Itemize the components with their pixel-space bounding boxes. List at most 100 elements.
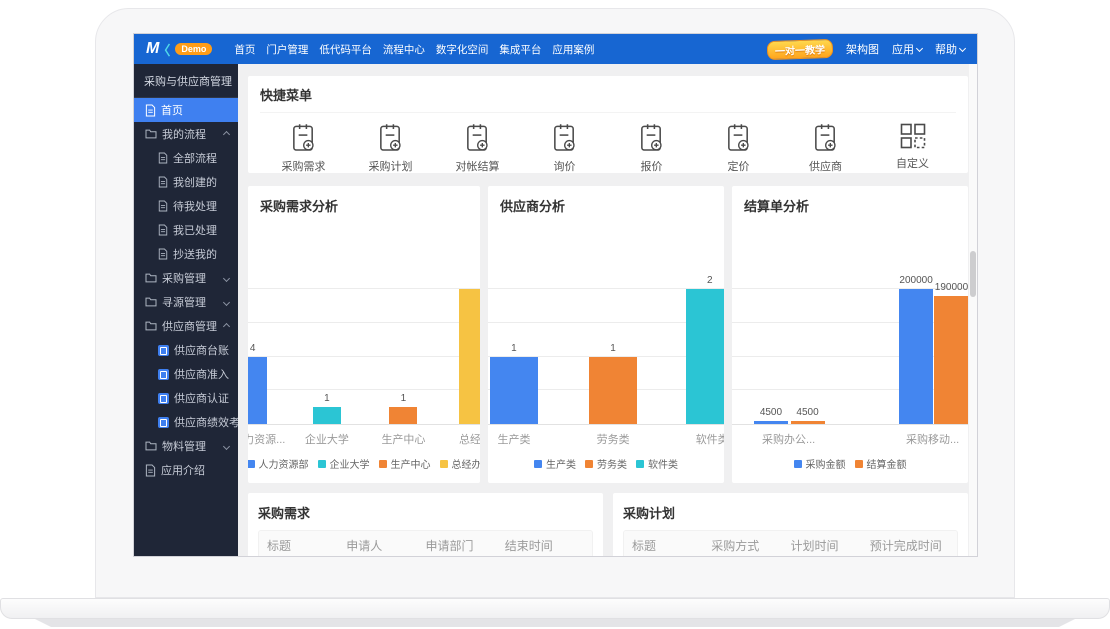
sidebar-item-label: 寻源管理: [162, 294, 206, 310]
chart-legend: 生产类 劳务类 软件类: [488, 456, 724, 471]
sidebar-item-label: 供应商管理: [162, 318, 217, 334]
legend-item-生产类[interactable]: 生产类: [534, 456, 576, 471]
sidebar-item-home[interactable]: 首页: [134, 98, 238, 122]
nav-item-flow-center[interactable]: 流程中心: [383, 42, 425, 57]
nav-dropdown-apps[interactable]: 应用: [892, 41, 922, 57]
nav-item-lowcode[interactable]: 低代码平台: [319, 42, 372, 57]
legend-swatch: [794, 460, 802, 468]
scrollbar-track[interactable]: [969, 64, 977, 556]
bar-value-label: 4500: [760, 407, 782, 418]
nav-item-architecture[interactable]: 架构图: [846, 41, 879, 57]
doc-icon: [158, 200, 168, 212]
doc-icon: [158, 152, 168, 164]
charts-row: 采购需求分析 411 力资源...企业大学生产中心总经.. 人力资源部企业大学生…: [248, 186, 968, 483]
sidebar-app-title: 采购与供应商管理: [134, 64, 238, 98]
sidebar-item-supplier-certification[interactable]: 供应商认证: [134, 386, 238, 410]
doc-icon: [158, 248, 168, 260]
nav-dropdown-help[interactable]: 帮助: [935, 41, 965, 57]
one-on-one-teaching-badge[interactable]: 一对一教学: [767, 38, 834, 59]
clipboard-plus-icon: [290, 122, 317, 153]
demo-badge: Demo: [175, 43, 212, 55]
bar-生产类: [490, 357, 538, 425]
legend-swatch: [585, 460, 593, 468]
doc-icon: [158, 224, 168, 236]
doc-icon: [145, 104, 156, 117]
chevron-down-icon: [959, 45, 966, 52]
sidebar-item-supplier-performance[interactable]: 供应商绩效考核: [134, 410, 238, 434]
sidebar-item-created-by-me[interactable]: 我创建的: [134, 170, 238, 194]
folder-icon: [145, 321, 157, 331]
sidebar-item-pending-for-me[interactable]: 待我处理: [134, 194, 238, 218]
bar-value-label: 1: [401, 393, 407, 404]
sidebar-item-label: 物料管理: [162, 438, 206, 454]
legend-item-采购金额[interactable]: 采购金额: [794, 456, 846, 471]
sidebar-item-supplier-mgmt[interactable]: 供应商管理: [134, 314, 238, 338]
chevron-up-icon: [224, 132, 229, 137]
legend-label: 劳务类: [597, 456, 627, 471]
legend-swatch: [534, 460, 542, 468]
sidebar-item-supplier-access[interactable]: 供应商准入: [134, 362, 238, 386]
legend-item-生产中心[interactable]: 生产中心: [379, 456, 431, 471]
nav-item-integration[interactable]: 集成平台: [499, 42, 541, 57]
sidebar-item-cc-to-me[interactable]: 抄送我的: [134, 242, 238, 266]
bar-结算金额-采购移动: [934, 296, 968, 424]
quick-item-custom[interactable]: 自定义: [869, 122, 956, 173]
column-header: 申请人: [346, 537, 425, 554]
quick-item-label: 采购需求: [282, 158, 326, 173]
column-header: 标题: [267, 537, 346, 554]
nav-right: 一对一教学 架构图 应用 帮助: [767, 40, 965, 59]
nav-item-home[interactable]: 首页: [234, 42, 255, 57]
table-header-row: 标题 申请人 申请部门 结束时间: [258, 530, 593, 556]
legend-item-总经办[interactable]: 总经办: [440, 456, 481, 471]
legend-item-劳务类[interactable]: 劳务类: [585, 456, 627, 471]
sidebar-item-all-flows[interactable]: 全部流程: [134, 146, 238, 170]
scrollbar-thumb[interactable]: [970, 251, 976, 297]
mk-logo[interactable]: M 〈 Demo: [146, 40, 212, 59]
quick-item-supplier[interactable]: 供应商: [782, 122, 869, 173]
quick-item-pricing[interactable]: 定价: [695, 122, 782, 173]
table-purchase-demand: 采购需求 标题 申请人 申请部门 结束时间: [248, 493, 603, 556]
legend-label: 软件类: [648, 456, 678, 471]
chart-plot: 411: [248, 225, 480, 425]
sidebar-item-supplier-ledger[interactable]: 供应商台账: [134, 338, 238, 362]
legend-item-结算金额[interactable]: 结算金额: [855, 456, 907, 471]
legend-item-软件类[interactable]: 软件类: [636, 456, 678, 471]
bar-value-label: 1: [511, 343, 517, 354]
x-axis-tick-label: 劳务类: [597, 431, 630, 447]
bar-结算金额-采购办公: [791, 421, 825, 424]
quick-item-reconciliation[interactable]: 对帐结算: [434, 122, 521, 173]
quick-item-quotation[interactable]: 报价: [608, 122, 695, 173]
legend-swatch: [248, 460, 255, 468]
chart-legend: 人力资源部企业大学生产中心总经办: [248, 456, 480, 471]
clipboard-plus-icon: [551, 122, 578, 153]
table-title: 采购计划: [623, 503, 958, 522]
sidebar-item-my-flows[interactable]: 我的流程: [134, 122, 238, 146]
sidebar-item-app-intro[interactable]: 应用介绍: [134, 458, 238, 482]
sidebar-item-material-mgmt[interactable]: 物料管理: [134, 434, 238, 458]
legend-swatch: [440, 460, 448, 468]
nav-item-digital-space[interactable]: 数字化空间: [436, 42, 489, 57]
sidebar-item-label: 我的流程: [162, 126, 206, 142]
top-nav-bar: M 〈 Demo 首页 门户管理 低代码平台 流程中心 数字化空间 集成平台 应…: [134, 34, 977, 64]
sidebar-item-handled-by-me[interactable]: 我已处理: [134, 218, 238, 242]
quick-item-purchase-demand[interactable]: 采购需求: [260, 122, 347, 173]
legend-item-企业大学[interactable]: 企业大学: [318, 456, 370, 471]
bar-value-label: 200000: [899, 275, 932, 286]
sidebar-item-sourcing-mgmt[interactable]: 寻源管理: [134, 290, 238, 314]
sidebar-item-label: 供应商准入: [174, 366, 229, 382]
quick-item-purchase-plan[interactable]: 采购计划: [347, 122, 434, 173]
gridline: [248, 288, 480, 289]
logo-k: 〈: [157, 40, 170, 59]
quick-item-inquiry[interactable]: 询价: [521, 122, 608, 173]
column-header: 预计完成时间: [870, 537, 949, 554]
nav-item-portal[interactable]: 门户管理: [266, 42, 308, 57]
quick-item-label: 询价: [554, 158, 576, 173]
chart-xticks: 生产类劳务类软件类: [488, 429, 724, 447]
help-label: 帮助: [935, 44, 957, 56]
legend-item-人力资源部[interactable]: 人力资源部: [248, 456, 309, 471]
sidebar-item-procurement-mgmt[interactable]: 采购管理: [134, 266, 238, 290]
nav-item-cases[interactable]: 应用案例: [552, 42, 594, 57]
bar-生产中心: [389, 407, 417, 424]
blue-doc-icon: [158, 345, 169, 356]
gridline: [248, 389, 480, 390]
